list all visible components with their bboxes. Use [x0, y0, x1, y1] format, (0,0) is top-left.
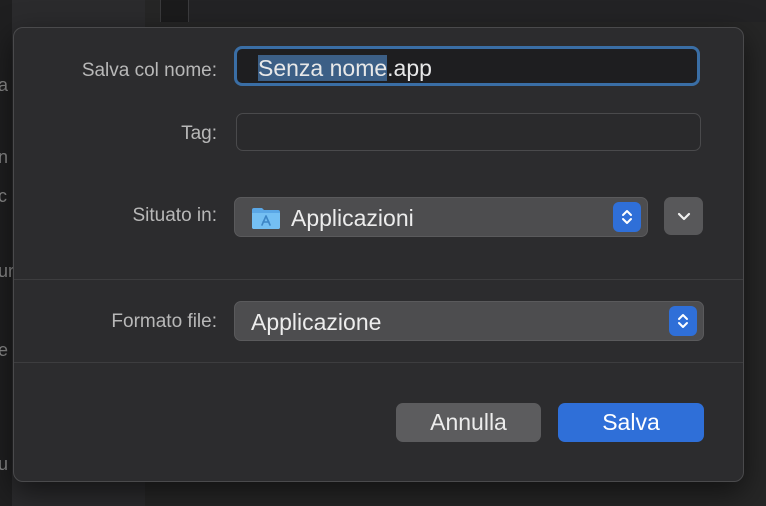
- save-dialog: Salva col nome: Senza nome.app Tag: Situ…: [13, 27, 744, 482]
- file-name-extension: .app: [387, 55, 432, 81]
- up-down-chevron-icon: [678, 314, 688, 328]
- folder-applications-icon: [252, 208, 280, 229]
- bg-letter: e: [0, 340, 9, 360]
- file-name-input[interactable]: Senza nome.app: [234, 46, 700, 86]
- save-as-label: Salva col nome:: [81, 60, 217, 81]
- location-value: Applicazioni: [291, 205, 414, 231]
- file-name-value: Senza nome.app: [258, 55, 432, 82]
- separator: [14, 279, 743, 280]
- expand-dialog-button[interactable]: [664, 197, 703, 235]
- location-popup[interactable]: Applicazioni: [234, 197, 648, 237]
- background-window-top-inner: [188, 0, 766, 22]
- bg-letter: u: [0, 454, 9, 474]
- format-label: Formato file:: [111, 311, 217, 332]
- location-label: Situato in:: [132, 205, 218, 226]
- cancel-button[interactable]: Annulla: [396, 403, 541, 442]
- chevron-down-icon: [677, 212, 690, 221]
- format-value: Applicazione: [251, 309, 382, 335]
- bg-letter: a: [0, 75, 9, 95]
- format-popup[interactable]: Applicazione: [234, 301, 704, 341]
- bg-letter: c: [0, 186, 7, 206]
- file-name-selection: Senza nome: [258, 55, 388, 81]
- bg-letter: ur: [0, 261, 15, 281]
- location-stepper: [613, 202, 641, 232]
- format-stepper: [669, 306, 697, 336]
- tags-label: Tag:: [181, 123, 217, 144]
- separator: [14, 362, 743, 363]
- tags-input[interactable]: [236, 113, 701, 151]
- bg-letter: n: [0, 147, 9, 167]
- save-button[interactable]: Salva: [558, 403, 704, 442]
- up-down-chevron-icon: [622, 210, 632, 224]
